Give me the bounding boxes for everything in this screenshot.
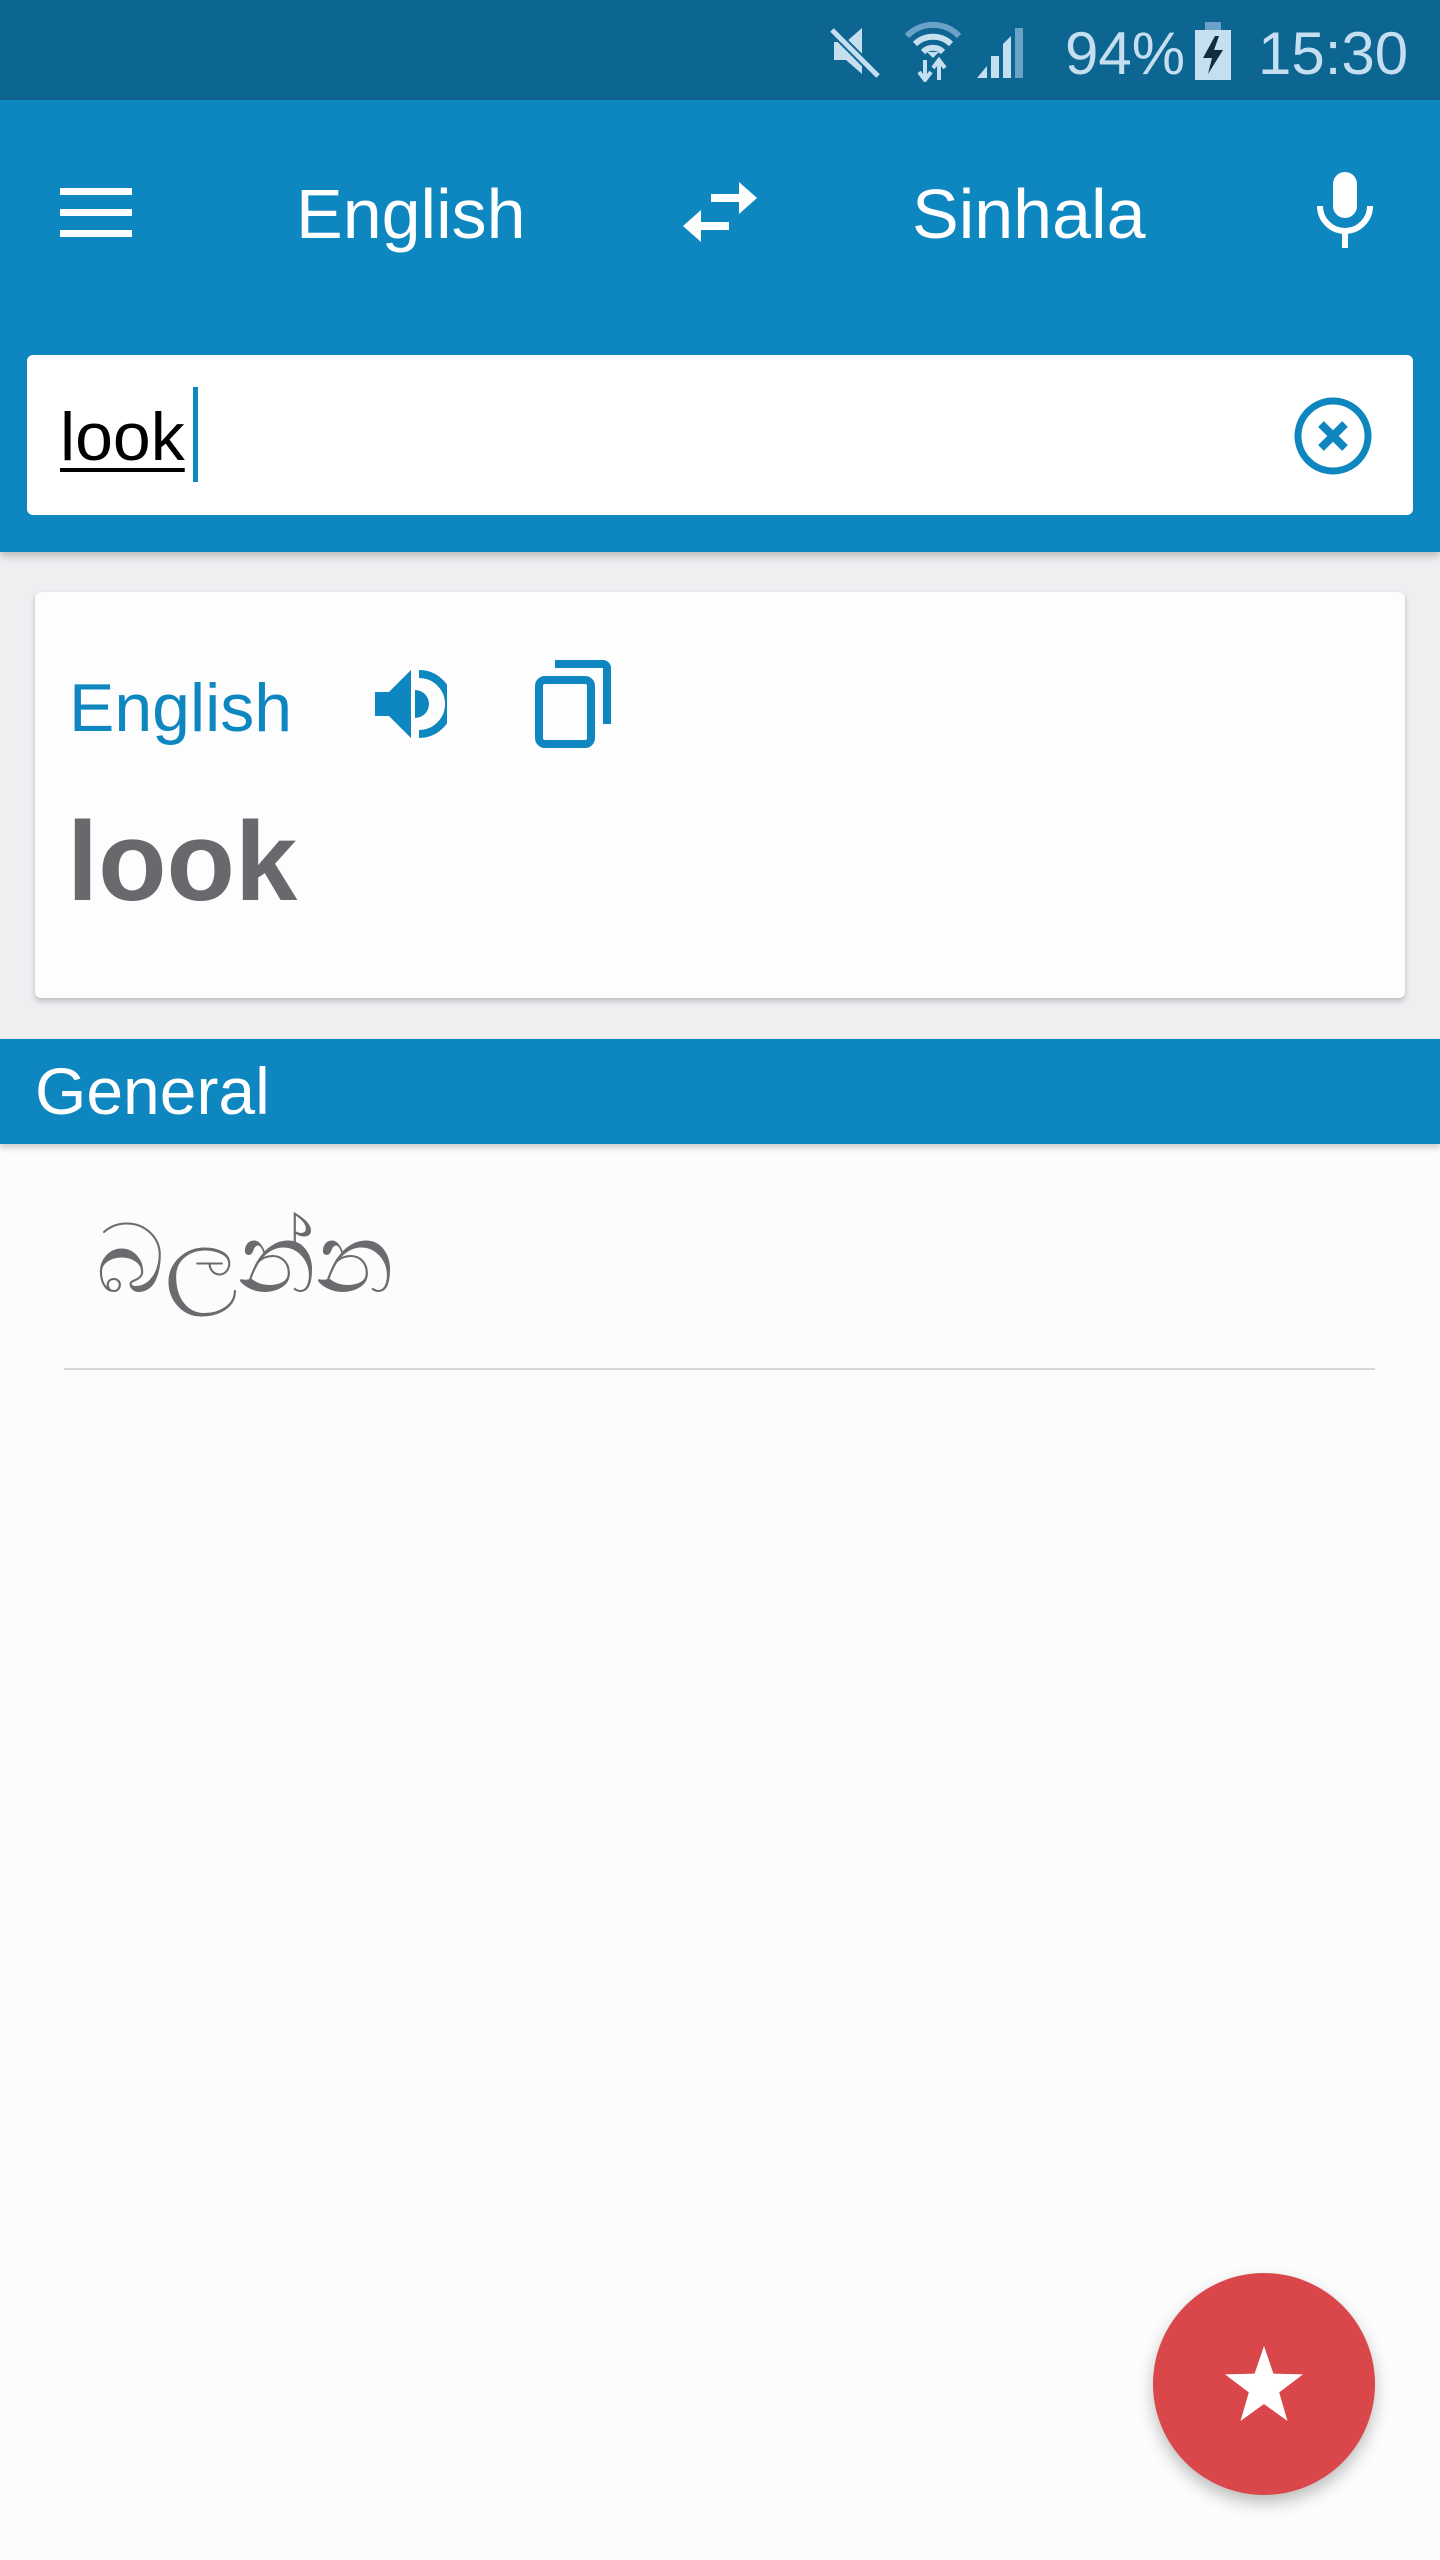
signal-icon: [977, 24, 1031, 80]
search-input[interactable]: look: [27, 355, 1413, 515]
source-word-card: English look: [35, 592, 1405, 998]
target-language-selector[interactable]: Sinhala: [912, 174, 1146, 254]
divider: [64, 1368, 1375, 1370]
list-item[interactable]: බලන්න: [0, 1150, 1440, 1370]
mute-icon: [828, 22, 882, 80]
source-language-selector[interactable]: English: [296, 174, 526, 254]
microphone-icon[interactable]: [1316, 172, 1374, 248]
source-word: look: [67, 799, 298, 924]
star-icon: [1224, 2346, 1304, 2422]
translation-text: බලන්න: [96, 1206, 394, 1313]
speaker-icon[interactable]: [375, 670, 447, 738]
card-language-label: English: [69, 670, 293, 746]
status-bar: 94% 15:30: [0, 0, 1440, 100]
search-input-value[interactable]: look: [60, 397, 185, 477]
wifi-icon: [905, 20, 961, 82]
clock: 15:30: [1258, 20, 1409, 87]
clear-circle-icon[interactable]: [1293, 396, 1373, 476]
hamburger-menu-icon[interactable]: [60, 188, 132, 238]
battery-charging-icon: [1195, 22, 1231, 80]
section-header-general: General: [0, 1039, 1440, 1144]
battery-percent: 94%: [1065, 20, 1186, 87]
favorite-fab-button[interactable]: [1153, 2273, 1375, 2495]
copy-icon[interactable]: [535, 660, 611, 748]
section-title: General: [35, 1054, 270, 1128]
swap-languages-icon[interactable]: [683, 182, 757, 242]
text-cursor: [193, 387, 198, 482]
